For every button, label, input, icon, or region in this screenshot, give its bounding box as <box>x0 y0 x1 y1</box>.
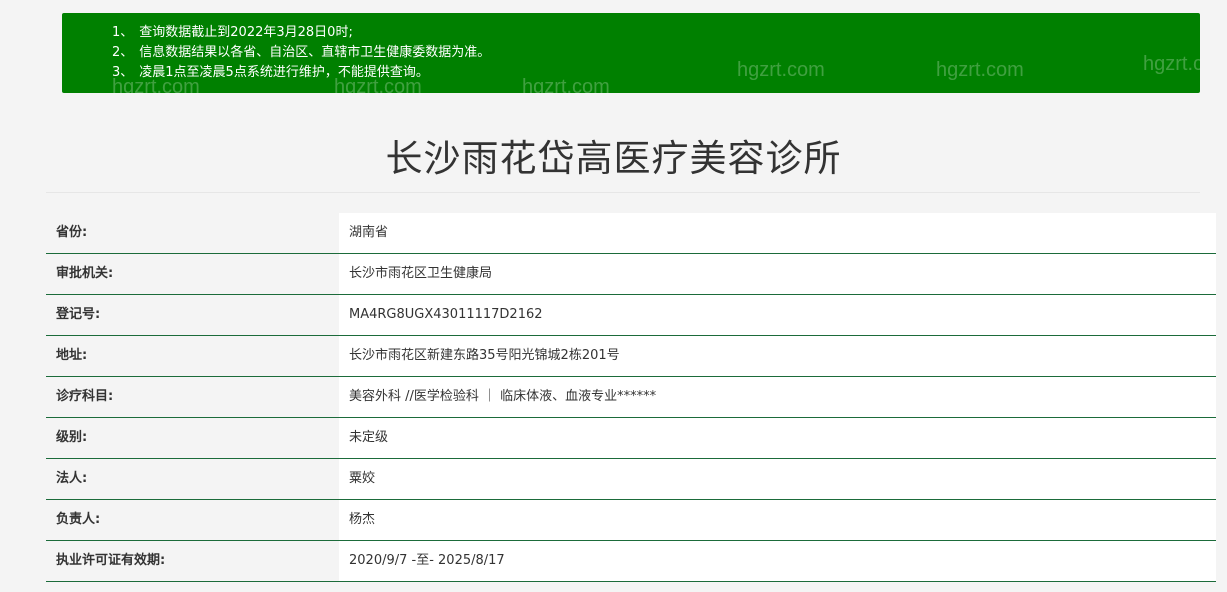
row-value: 粟姣 <box>339 459 1216 499</box>
row-label: 诊疗科目: <box>46 377 339 417</box>
info-row-address: 地址: 长沙市雨花区新建东路35号阳光锦城2栋201号 <box>46 336 1216 377</box>
row-value: MA4RG8UGX43011117D2162 <box>339 295 1216 335</box>
row-value: 长沙市雨花区卫生健康局 <box>339 254 1216 294</box>
row-value: 2020/9/7 -至- 2025/8/17 <box>339 541 1216 581</box>
row-value: 长沙市雨花区新建东路35号阳光锦城2栋201号 <box>339 336 1216 376</box>
row-value: 湖南省 <box>339 213 1216 253</box>
info-row-level: 级别: 未定级 <box>46 418 1216 459</box>
info-row-registration-number: 登记号: MA4RG8UGX43011117D2162 <box>46 295 1216 336</box>
row-label: 级别: <box>46 418 339 458</box>
info-row-approval-authority: 审批机关: 长沙市雨花区卫生健康局 <box>46 254 1216 295</box>
notice-line-2: 2、 信息数据结果以各省、自治区、直辖市卫生健康委数据为准。 <box>112 45 491 60</box>
page-title: 长沙雨花岱高医疗美容诊所 <box>385 137 842 180</box>
info-row-license-validity: 执业许可证有效期: 2020/9/7 -至- 2025/8/17 <box>46 541 1216 582</box>
info-row-departments: 诊疗科目: 美容外科 //医学检验科 ｜ 临床体液、血液专业****** <box>46 377 1216 418</box>
row-value: 美容外科 //医学检验科 ｜ 临床体液、血液专业****** <box>339 377 1216 417</box>
notice-line-3: 3、 凌晨1点至凌晨5点系统进行维护，不能提供查询。 <box>112 65 429 80</box>
row-label: 审批机关: <box>46 254 339 294</box>
info-row-province: 省份: 湖南省 <box>46 213 1216 254</box>
row-label: 法人: <box>46 459 339 499</box>
info-table: 省份: 湖南省 审批机关: 长沙市雨花区卫生健康局 登记号: MA4RG8UGX… <box>46 213 1216 582</box>
row-label: 省份: <box>46 213 339 253</box>
row-value: 杨杰 <box>339 500 1216 540</box>
row-label: 负责人: <box>46 500 339 540</box>
info-row-legal-person: 法人: 粟姣 <box>46 459 1216 500</box>
title-divider <box>46 192 1200 193</box>
row-label: 执业许可证有效期: <box>46 541 339 581</box>
row-label: 登记号: <box>46 295 339 335</box>
info-row-person-in-charge: 负责人: 杨杰 <box>46 500 1216 541</box>
row-value: 未定级 <box>339 418 1216 458</box>
notice-line-1: 1、 查询数据截止到2022年3月28日0时; <box>112 25 353 40</box>
row-label: 地址: <box>46 336 339 376</box>
notice-banner: 1、 查询数据截止到2022年3月28日0时; 2、 信息数据结果以各省、自治区、直… <box>62 13 1200 93</box>
